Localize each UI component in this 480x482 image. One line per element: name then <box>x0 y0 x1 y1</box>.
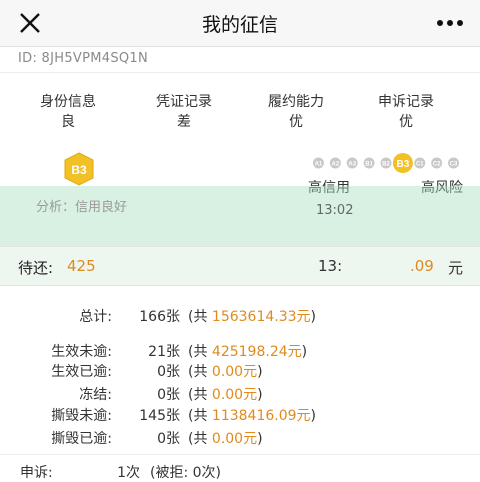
summary-count: 166张 <box>139 309 180 325</box>
stat-identity: 身份信息 良 <box>8 92 128 132</box>
scale-level-label: B1 <box>365 162 373 168</box>
appeal-count: 1次 <box>117 465 140 481</box>
stat-label: 申诉记录 <box>378 94 434 110</box>
scale-level-label: B2 <box>382 162 390 168</box>
pending-label: 待还: <box>18 259 54 277</box>
summary-amount: (共 0.00元) <box>188 387 263 403</box>
summary-count: 145张 <box>139 408 180 424</box>
user-id: ID: 8JH5VPM4SQ1N <box>18 51 149 66</box>
pending-row: 待还: 425 13: .09 元 <box>0 246 480 286</box>
stat-value: 良 <box>61 114 75 130</box>
stat-value: 优 <box>399 114 413 130</box>
top-bar: 我的征信 <box>0 0 480 47</box>
page-title: 我的征信 <box>201 14 278 36</box>
pending-amount-mid: 13: <box>318 257 343 275</box>
stat-label: 身份信息 <box>40 94 96 110</box>
summary-row: 总计: 166张 (共 1563614.33元) <box>0 306 480 326</box>
summary-amount: (共 0.00元) <box>188 431 263 447</box>
credit-level-scale: A1 A2 A3 B1 B2 B3 C1 C2 C3 <box>312 153 460 173</box>
summary-row: 冻结: 0张 (共 0.00元) <box>0 384 480 404</box>
summary-amount: (共 1138416.09元) <box>188 408 317 424</box>
summary-count: 0张 <box>157 431 180 447</box>
divider <box>0 454 480 455</box>
summary-key: 生效已逾: <box>51 364 112 380</box>
credit-stats: 身份信息 良 凭证记录 差 履约能力 优 申诉记录 优 <box>0 92 480 136</box>
scale-level-label: A2 <box>331 162 339 168</box>
scale-level-label: C1 <box>416 162 424 168</box>
more-icon[interactable] <box>434 12 466 34</box>
summary-key: 撕毁未逾: <box>51 408 112 424</box>
appeal-key: 申诉: <box>20 465 53 481</box>
badge-text: B3 <box>71 163 87 177</box>
credit-badge-icon: B3 <box>64 152 94 186</box>
stat-value: 差 <box>177 114 191 130</box>
appeal-row: 申诉: 1次 (被拒: 0次) <box>0 462 480 481</box>
summary-count: 21张 <box>148 344 180 360</box>
summary-key: 总计: <box>79 309 112 325</box>
highlight-band <box>0 186 480 246</box>
summary-row: 生效未逾: 21张 (共 425198.24元) <box>0 341 480 361</box>
summary-key: 冻结: <box>79 387 112 403</box>
scale-level-label: B3 <box>396 159 409 170</box>
scale-level-label: A3 <box>348 162 356 168</box>
pending-amount-start: 425 <box>67 257 96 275</box>
scale-level-label: C3 <box>450 162 458 168</box>
stat-appeal: 申诉记录 优 <box>346 92 466 132</box>
scale-level-label: A1 <box>315 162 323 168</box>
scale-dots: A1 A2 A3 B1 B2 B3 C1 C2 C3 <box>312 153 460 173</box>
pending-amount-end: .09 <box>410 257 434 275</box>
stat-voucher: 凭证记录 差 <box>124 92 244 132</box>
analysis-text: 分析：信用良好 <box>36 200 128 215</box>
update-time: 13:02 <box>316 203 354 218</box>
summary-count: 0张 <box>157 364 180 380</box>
summary-key: 撕毁已逾: <box>51 431 112 447</box>
divider <box>0 72 480 73</box>
summary-count: 0张 <box>157 387 180 403</box>
summary-row: 撕毁已逾: 0张 (共 0.00元) <box>0 428 480 448</box>
stat-label: 履约能力 <box>268 94 324 110</box>
summary-amount: (共 0.00元) <box>188 364 263 380</box>
pending-unit: 元 <box>448 259 464 277</box>
stat-label: 凭证记录 <box>156 94 212 110</box>
stat-performance: 履约能力 优 <box>236 92 356 132</box>
appeal-detail: (被拒: 0次) <box>150 465 221 481</box>
summary-amount: (共 1563614.33元) <box>188 309 317 325</box>
summary-amount: (共 425198.24元) <box>188 344 308 360</box>
stat-value: 优 <box>289 114 303 130</box>
scale-level-label: C2 <box>433 162 441 168</box>
summary-row: 生效已逾: 0张 (共 0.00元) <box>0 361 480 381</box>
summary-row: 撕毁未逾: 145张 (共 1138416.09元) <box>0 405 480 425</box>
summary-key: 生效未逾: <box>51 344 112 360</box>
